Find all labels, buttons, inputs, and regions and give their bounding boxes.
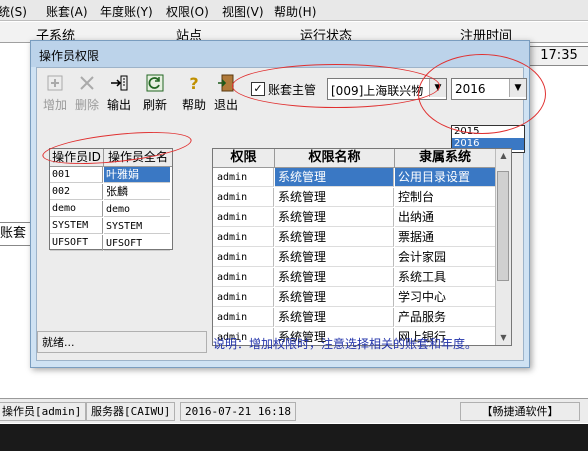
operator-row[interactable]: UFSOFT UFSOFT: [50, 235, 172, 252]
operator-name-text: SYSTEM: [106, 221, 143, 232]
help-icon: ?: [189, 74, 198, 92]
dialog-status-text: 就绪...: [37, 331, 207, 353]
permission-code: admin: [213, 248, 274, 267]
operator-id: 002: [50, 184, 103, 200]
menu-account[interactable]: 账套(A): [46, 3, 88, 20]
operator-name: UFSOFT: [104, 235, 170, 251]
help-button[interactable]: ? 帮助: [179, 74, 209, 116]
permission-row[interactable]: admin 系统管理 票据通: [213, 228, 495, 248]
permission-row[interactable]: admin 系统管理 会计家园: [213, 248, 495, 268]
delete-label: 删除: [74, 98, 99, 112]
delete-icon: [80, 76, 94, 90]
permission-system: 控制台: [395, 188, 495, 207]
operator-name: demo: [104, 201, 170, 217]
exit-label: 退出: [213, 98, 238, 112]
operator-id: UFSOFT: [50, 235, 103, 251]
permission-name-header[interactable]: 权限名称: [275, 149, 395, 167]
permission-name: 系统管理: [275, 228, 394, 247]
add-icon: [47, 75, 63, 91]
scroll-down-icon[interactable]: ▼: [496, 331, 511, 345]
operator-name: 张麟: [104, 184, 170, 200]
add-button[interactable]: 增加: [40, 74, 70, 116]
scrollbar-thumb[interactable]: [497, 171, 509, 281]
operator-row[interactable]: 002 张麟: [50, 184, 172, 201]
permission-name: 系统管理: [275, 208, 394, 227]
permission-name: 系统管理: [275, 248, 394, 267]
operator-row[interactable]: 001 叶雅娟: [50, 167, 172, 184]
annotation-ellipse: [232, 64, 440, 108]
menu-view[interactable]: 视图(V): [222, 3, 264, 20]
permission-row[interactable]: admin 系统管理 产品服务: [213, 308, 495, 328]
subsystem-header[interactable]: 隶属系统: [395, 149, 495, 167]
permission-row[interactable]: admin 系统管理 公用目录设置: [213, 168, 495, 188]
permission-system: 公用目录设置: [395, 168, 495, 187]
permission-row[interactable]: admin 系统管理 学习中心: [213, 288, 495, 308]
operator-row[interactable]: SYSTEM SYSTEM: [50, 218, 172, 235]
operator-id: demo: [50, 201, 103, 217]
operator-name-text: UFSOFT: [106, 238, 143, 249]
operator-name: 叶雅娟: [104, 167, 170, 183]
add-label: 增加: [42, 98, 67, 112]
refresh-icon: [146, 74, 164, 92]
status-operator: 操作员[admin]: [0, 402, 87, 421]
export-button[interactable]: 输出: [104, 74, 134, 116]
menu-permission[interactable]: 权限(O): [166, 3, 209, 20]
operator-id: SYSTEM: [50, 218, 103, 234]
refresh-label: 刷新: [142, 98, 167, 112]
permission-code: admin: [213, 288, 274, 307]
permission-system: 系统工具: [395, 268, 495, 287]
permission-code: admin: [213, 188, 274, 207]
permission-system: 票据通: [395, 228, 495, 247]
permission-system: 出纳通: [395, 208, 495, 227]
permission-name: 系统管理: [275, 168, 394, 187]
permission-code: admin: [213, 228, 274, 247]
operator-name-text: demo: [106, 204, 131, 215]
permission-code: admin: [213, 208, 274, 227]
annotation-ellipse: [418, 54, 546, 134]
delete-button[interactable]: 删除: [72, 74, 102, 116]
permission-system: 会计家园: [395, 248, 495, 267]
permission-table: 权限 权限名称 隶属系统 admin 系统管理 公用目录设置 admin 系统管…: [212, 148, 512, 346]
permission-system: 学习中心: [395, 288, 495, 307]
menu-help[interactable]: 帮助(H): [274, 3, 316, 20]
status-datetime: 2016-07-21 16:18: [180, 402, 296, 421]
permission-name: 系统管理: [275, 308, 394, 327]
permission-header[interactable]: 权限: [213, 149, 275, 167]
permission-row[interactable]: admin 系统管理 控制台: [213, 188, 495, 208]
dialog-note: 说明：增加权限时，注意选择相关的账套和年度。: [213, 337, 478, 351]
dialog-title: 操作员权限: [39, 49, 100, 63]
permission-code: admin: [213, 308, 274, 327]
operator-row[interactable]: demo demo: [50, 201, 172, 218]
svg-text:?: ?: [189, 74, 198, 92]
menu-bar: 统(S) 账套(A) 年度账(Y) 权限(O) 视图(V) 帮助(H): [0, 0, 588, 21]
menu-system[interactable]: 统(S): [0, 3, 27, 20]
status-brand: 【畅捷通软件】: [460, 402, 580, 421]
permission-row[interactable]: admin 系统管理 系统工具: [213, 268, 495, 288]
refresh-button[interactable]: 刷新: [140, 74, 170, 116]
permission-name: 系统管理: [275, 268, 394, 287]
permission-name: 系统管理: [275, 188, 394, 207]
export-icon: [111, 75, 128, 91]
export-label: 输出: [106, 98, 131, 112]
help-label: 帮助: [181, 98, 206, 112]
permission-code: admin: [213, 268, 274, 287]
status-server: 服务器[CAIWU]: [86, 402, 176, 421]
permission-row[interactable]: admin 系统管理 出纳通: [213, 208, 495, 228]
permission-scrollbar[interactable]: ▲ ▼: [495, 149, 511, 345]
register-time-cell: 17:35: [528, 46, 588, 66]
menu-year-account[interactable]: 年度账(Y): [100, 3, 153, 20]
operator-name: SYSTEM: [104, 218, 170, 234]
permission-table-header: 权限 权限名称 隶属系统: [213, 149, 495, 168]
permission-system: 产品服务: [395, 308, 495, 327]
permission-name: 系统管理: [275, 288, 394, 307]
status-bar: 操作员[admin] 服务器[CAIWU] 2016-07-21 16:18 【…: [0, 398, 588, 423]
scroll-up-icon[interactable]: ▲: [496, 149, 511, 163]
permission-code: admin: [213, 168, 274, 187]
operator-id: 001: [50, 167, 103, 183]
